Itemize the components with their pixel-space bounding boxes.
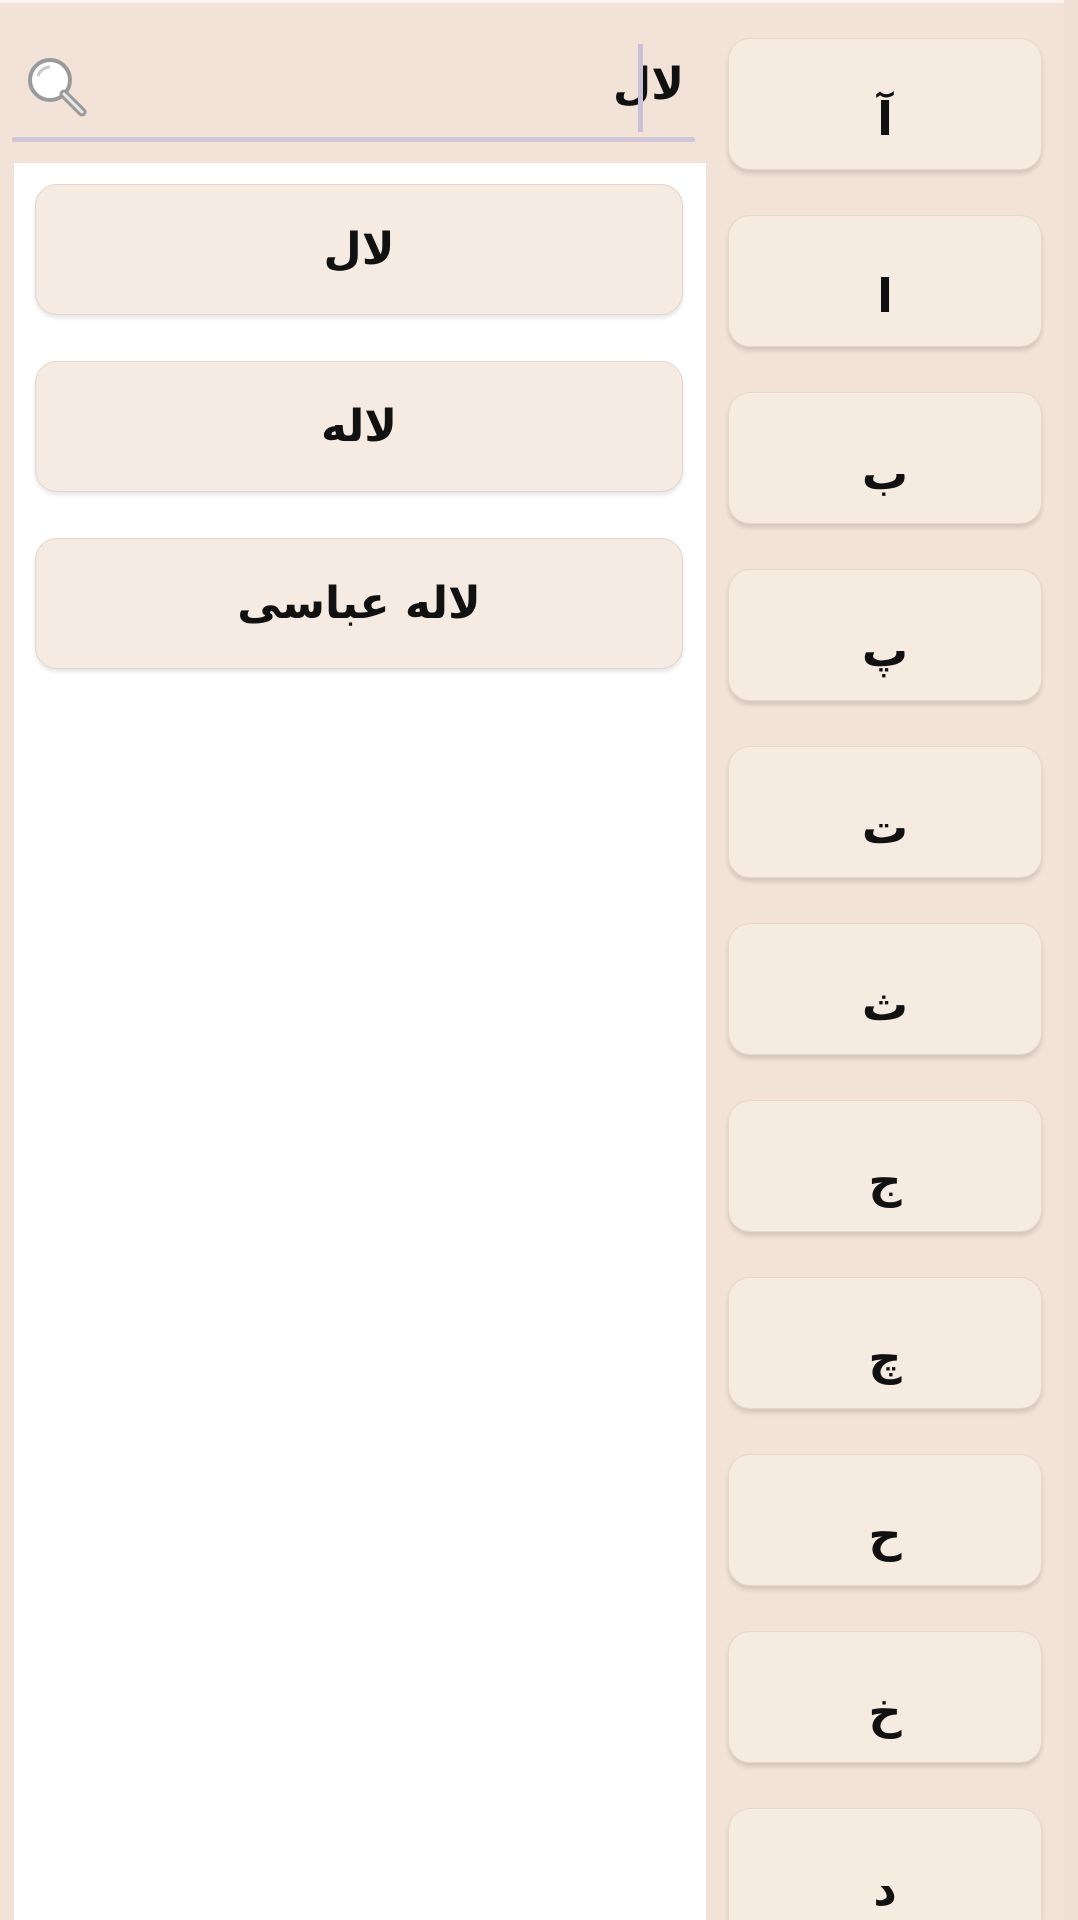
letter-label: ت: [861, 800, 909, 854]
result-item[interactable]: لال: [35, 184, 683, 315]
letter-button[interactable]: پ: [728, 569, 1042, 701]
letter-label: پ: [861, 623, 909, 677]
search-bar: [12, 38, 695, 142]
top-edge: [0, 0, 1078, 3]
result-item[interactable]: لاله: [35, 361, 683, 492]
search-input[interactable]: [112, 42, 684, 126]
letter-button[interactable]: ج: [728, 1100, 1042, 1232]
letter-button[interactable]: چ: [728, 1277, 1042, 1409]
search-underline: [12, 137, 695, 142]
letter-label: ث: [861, 977, 909, 1031]
letter-button[interactable]: ت: [728, 746, 1042, 878]
letter-button[interactable]: ا: [728, 215, 1042, 347]
app-screen: لال لاله لاله عباسی آ ا ب پ ت ث ج چ ح خ …: [0, 0, 1078, 1920]
letter-label: د: [873, 1862, 897, 1916]
letter-label: ا: [877, 269, 893, 323]
letter-label: خ: [868, 1685, 902, 1739]
letter-label: ج: [868, 1154, 902, 1208]
letter-button[interactable]: آ: [728, 38, 1042, 170]
letter-button[interactable]: ح: [728, 1454, 1042, 1586]
letter-button[interactable]: ث: [728, 923, 1042, 1055]
result-item[interactable]: لاله عباسی: [35, 538, 683, 669]
letter-label: چ: [868, 1331, 902, 1385]
letter-sidebar: آ ا ب پ ت ث ج چ ح خ د: [728, 38, 1042, 1920]
right-edge: [1064, 0, 1078, 1920]
letter-button[interactable]: خ: [728, 1631, 1042, 1763]
text-caret: [638, 44, 643, 132]
letter-label: آ: [877, 92, 893, 146]
letter-label: ح: [868, 1508, 902, 1562]
results-panel: لال لاله لاله عباسی: [14, 163, 706, 1920]
letter-label: ب: [861, 446, 909, 500]
search-icon[interactable]: [20, 50, 92, 122]
letter-button[interactable]: ب: [728, 392, 1042, 524]
letter-button[interactable]: د: [728, 1808, 1042, 1920]
